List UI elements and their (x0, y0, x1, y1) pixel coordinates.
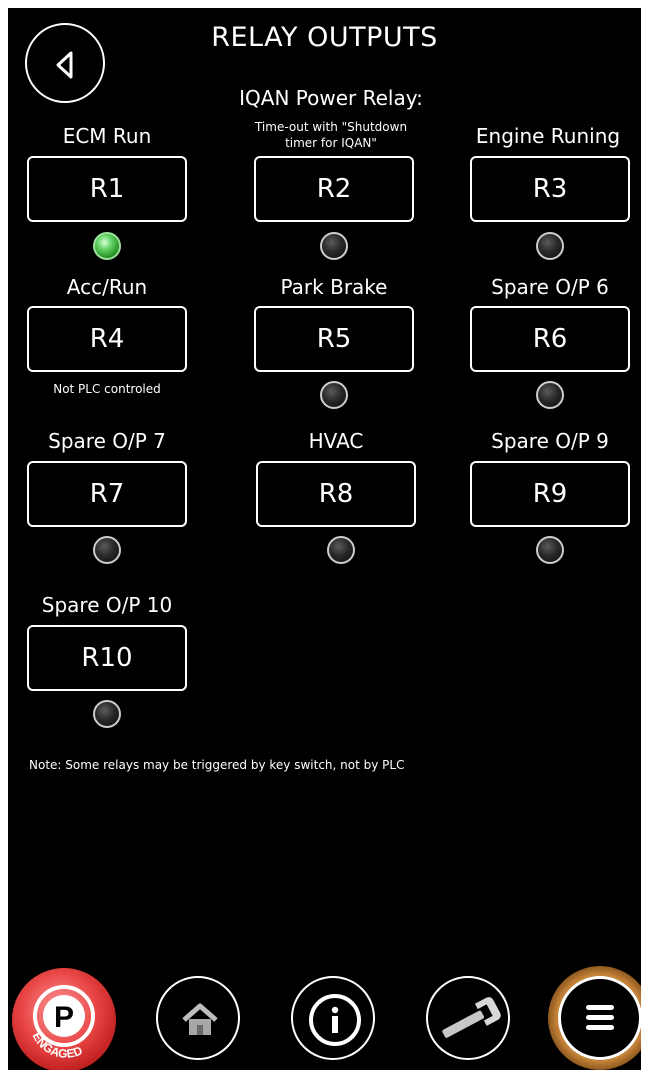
info-button[interactable] (291, 976, 375, 1060)
relay-status-led-r1 (93, 232, 121, 260)
relay-status-led-r10 (93, 700, 121, 728)
settings-button[interactable] (426, 976, 510, 1060)
relay-status-led-r7 (93, 536, 121, 564)
relay-name-r6: Spare O/P 6 (491, 275, 609, 299)
relay-button-r5[interactable]: R5 (254, 306, 414, 372)
park-brake-letter: P (54, 1001, 74, 1034)
relay-status-led-r8 (327, 536, 355, 564)
relay-button-r4[interactable]: R4 (27, 306, 187, 372)
relay-name-r1: ECM Run (62, 124, 152, 148)
relay-status-led-r6 (536, 381, 564, 409)
page-title: RELAY OUTPUTS (211, 22, 438, 53)
relay-button-r8[interactable]: R8 (256, 461, 416, 527)
relay-name-r3: Engine Runing (475, 124, 621, 148)
menu-icon (586, 1005, 614, 1030)
relay-button-r7[interactable]: R7 (27, 461, 187, 527)
relay-button-r1[interactable]: R1 (27, 156, 187, 222)
park-brake-button[interactable]: P ENGAGED (12, 968, 116, 1070)
relay-status-led-r9 (536, 536, 564, 564)
relay-status-led-r2 (320, 232, 348, 260)
relay-status-led-r5 (320, 381, 348, 409)
relay-button-r10[interactable]: R10 (27, 625, 187, 691)
relay-name-r4: Acc/Run (66, 275, 148, 299)
relay-name-r10: Spare O/P 10 (41, 593, 173, 617)
relay-name-r9: Spare O/P 9 (491, 429, 609, 453)
wrench-icon (442, 997, 501, 1038)
relay-note-r2: Time-out with "Shutdown timer for IQAN" (254, 120, 408, 150)
menu-button[interactable] (548, 966, 641, 1070)
relay-name-r7: Spare O/P 7 (48, 429, 166, 453)
park-brake-icon: P ENGAGED (30, 985, 95, 1061)
relay-outputs-screen: RELAY OUTPUTS ECM Run R1 IQAN Power Rela… (8, 8, 641, 1070)
relay-button-r3[interactable]: R3 (470, 156, 630, 222)
relay-name-r8: HVAC (308, 429, 364, 453)
relay-button-r2[interactable]: R2 (254, 156, 414, 222)
relay-name-r5: Park Brake (280, 275, 388, 299)
relay-status-led-r3 (536, 232, 564, 260)
relay-note-r4: Not PLC controled (53, 382, 161, 396)
relay-button-r6[interactable]: R6 (470, 306, 630, 372)
home-icon (182, 1003, 218, 1035)
relay-name-r2: IQAN Power Relay: (239, 86, 423, 110)
home-button[interactable] (156, 976, 240, 1060)
info-icon (309, 994, 361, 1046)
footer-note: Note: Some relays may be triggered by ke… (29, 758, 405, 772)
relay-button-r9[interactable]: R9 (470, 461, 630, 527)
